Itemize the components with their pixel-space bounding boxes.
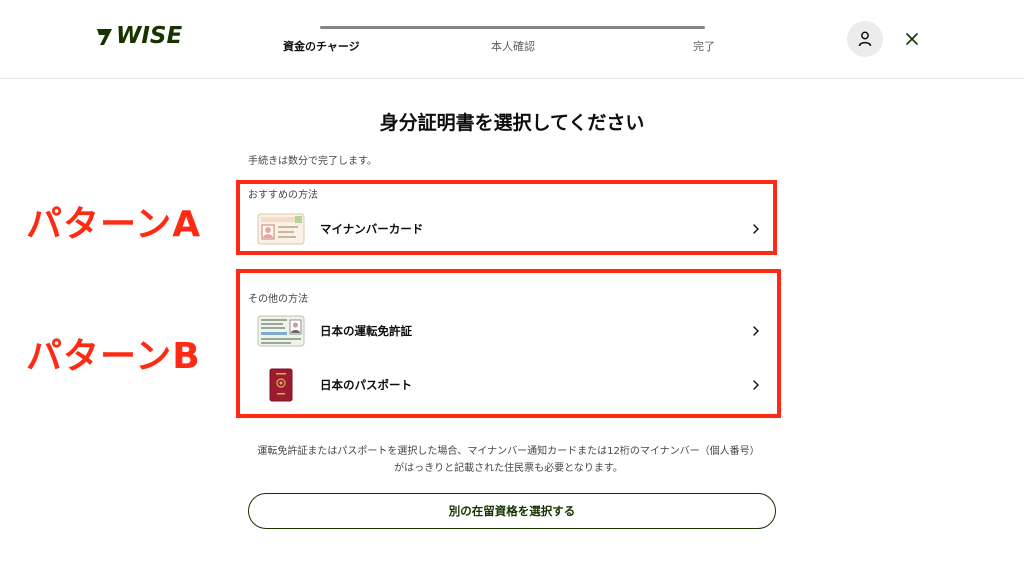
other-section-label: その他の方法 [248, 294, 308, 305]
note-line-1: 運転免許証またはパスポートを選択した場合、マイナンバー通知カードまたは12桁のマ… [257, 446, 760, 457]
pattern-b-annotation: パターンB [26, 336, 201, 377]
drivers-license-icon [256, 313, 306, 349]
wise-logo[interactable]: WISE [94, 22, 182, 50]
step-complete: 完了 [693, 40, 715, 53]
step-funding: 資金のチャージ [283, 40, 360, 53]
option-drivers-license[interactable]: 日本の運転免許証 [256, 311, 766, 351]
select-other-residence-status-button[interactable]: 別の在留資格を選択する [248, 493, 776, 529]
wise-flag-icon [97, 29, 112, 45]
mynumber-card-icon [256, 211, 306, 247]
requirement-note: 運転免許証またはパスポートを選択した場合、マイナンバー通知カードまたは12桁のマ… [236, 443, 781, 477]
page-title: 身分証明書を選択してください [379, 112, 645, 134]
recommended-section-label: おすすめの方法 [248, 190, 318, 201]
stepper-track [320, 26, 705, 29]
chevron-right-icon [753, 380, 759, 390]
top-bar: WISE 資金のチャージ 本人確認 完了 [0, 0, 1024, 79]
note-line-2: がはっきりと記載された住民票も必要となります。 [394, 463, 623, 474]
option-label: マイナンバーカード [320, 222, 424, 236]
option-label: 日本の運転免許証 [320, 324, 412, 338]
passport-icon [256, 367, 306, 403]
chevron-right-icon [753, 326, 759, 336]
subtitle: 手続きは数分で完了します。 [248, 156, 377, 167]
account-avatar-button[interactable] [847, 21, 883, 57]
logo-text: WISE [116, 22, 183, 49]
chevron-right-icon [753, 224, 759, 234]
close-button[interactable] [900, 27, 924, 51]
person-icon [858, 31, 872, 47]
option-passport[interactable]: 日本のパスポート [256, 365, 766, 405]
option-label: 日本のパスポート [320, 378, 412, 392]
option-mynumber-card[interactable]: マイナンバーカード [256, 209, 766, 249]
step-verification: 本人確認 [491, 40, 535, 53]
pattern-a-annotation: パターンA [26, 204, 202, 245]
progress-stepper: 資金のチャージ 本人確認 完了 [283, 24, 723, 64]
close-icon [906, 33, 918, 45]
